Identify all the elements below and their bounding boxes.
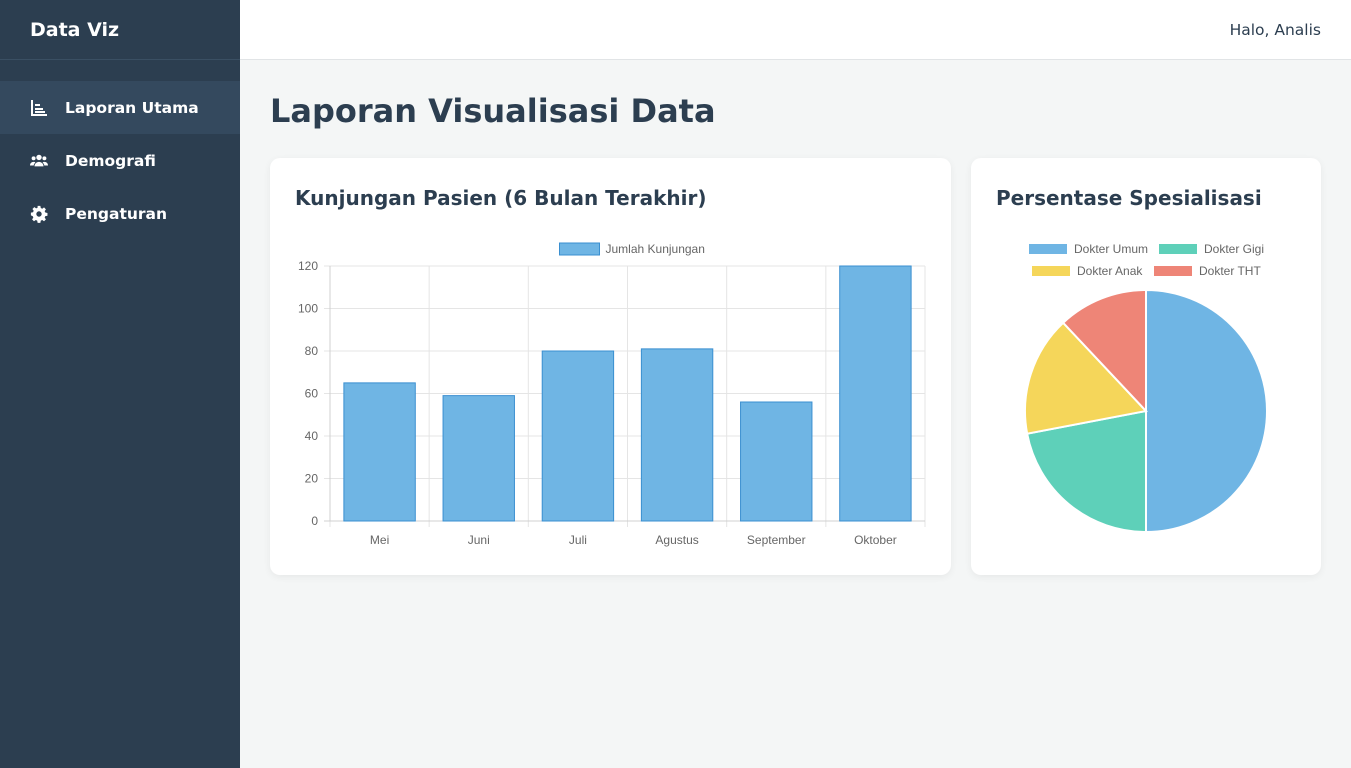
legend-label: Dokter Anak	[1077, 264, 1143, 278]
bar-chart-card: Kunjungan Pasien (6 Bulan Terakhir) Juml…	[270, 158, 951, 575]
pie-legend: Dokter Umum Dokter Gigi Dokter Anak Dokter …	[1029, 242, 1264, 278]
sidebar-item-label: Laporan Utama	[65, 98, 199, 117]
x-tick-label: Juli	[569, 533, 587, 547]
y-tick-label: 120	[298, 259, 318, 273]
legend-label: Dokter Gigi	[1204, 242, 1264, 256]
bar	[740, 401, 813, 522]
bar	[343, 382, 416, 522]
x-tick-label: Agustus	[655, 533, 698, 547]
sidebar-item-label: Demografi	[65, 151, 156, 170]
sidebar-item-pengaturan[interactable]: Pengaturan	[0, 187, 240, 240]
y-tick-label: 80	[305, 344, 319, 358]
user-greeting[interactable]: Halo, Analis	[1230, 21, 1321, 39]
y-tick-label: 100	[298, 302, 318, 316]
legend-swatch	[1029, 244, 1067, 254]
pie-chart: Dokter Umum Dokter Gigi Dokter Anak Dokter …	[1024, 242, 1268, 534]
bar	[839, 265, 912, 522]
topbar: Halo, Analis	[240, 0, 1351, 60]
gear-icon	[30, 205, 48, 223]
legend-label: Dokter Umum	[1074, 242, 1148, 256]
y-tick-label: 60	[305, 387, 319, 401]
sidebar-nav: Laporan Utama Demografi Pengaturan	[0, 81, 240, 240]
bar-chart-icon	[30, 99, 48, 117]
page-title: Laporan Visualisasi Data	[270, 92, 716, 130]
x-tick-label: September	[747, 533, 806, 547]
sidebar-item-demografi[interactable]: Demografi	[0, 134, 240, 187]
y-tick-label: 40	[305, 429, 319, 443]
x-tick-label: Oktober	[854, 533, 897, 547]
bar	[541, 350, 615, 522]
legend-swatch	[1159, 244, 1197, 254]
legend-swatch	[1154, 266, 1192, 276]
legend-label: Dokter THT	[1199, 264, 1261, 278]
y-tick-label: 0	[311, 514, 318, 528]
users-icon	[30, 152, 48, 170]
brand-logo[interactable]: Data Viz	[0, 0, 240, 60]
pie-chart-card: Persentase Spesialisasi Dokter Umum Dokte…	[971, 158, 1321, 575]
bar-chart: Jumlah Kunjungan 0 20 40 60 80 100 120 Mei Juni Ju…	[298, 242, 926, 547]
sidebar-item-label: Pengaturan	[65, 204, 168, 223]
x-tick-label: Juni	[468, 533, 490, 547]
bar	[442, 395, 515, 522]
legend-label: Jumlah Kunjungan	[606, 242, 705, 256]
y-tick-label: 20	[305, 472, 319, 486]
bar-legend: Jumlah Kunjungan	[559, 242, 705, 256]
sidebar: Data Viz Laporan Utama Demografi Pengatu…	[0, 0, 240, 768]
pie-slice	[1145, 288, 1268, 534]
sidebar-item-laporan-utama[interactable]: Laporan Utama	[0, 81, 240, 134]
x-tick-label: Mei	[370, 533, 389, 547]
bar	[640, 348, 714, 522]
legend-swatch	[1032, 266, 1070, 276]
legend-swatch	[559, 242, 600, 256]
